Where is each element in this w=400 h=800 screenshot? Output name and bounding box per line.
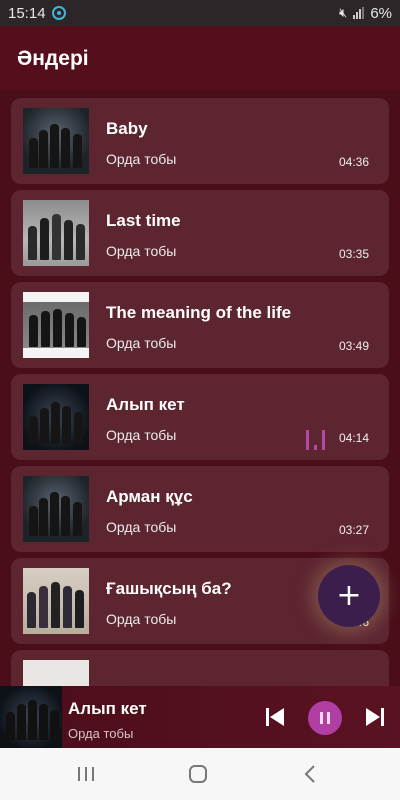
song-artist: Орда тобы [106,335,177,351]
song-duration: 03:27 [338,523,369,537]
player-song-title: Алып кет [68,699,147,718]
recent-apps-icon [78,767,94,781]
song-artist: Орда тобы [106,151,177,167]
system-navigation-bar [0,748,400,800]
song-item[interactable]: Last time Орда тобы 03:35 [11,190,389,276]
back-button[interactable] [290,760,330,788]
status-time: 15:14 [8,4,46,22]
song-title: Last time [106,211,181,230]
plus-icon: + [336,578,362,613]
song-title: Алып кет [106,395,185,414]
now-playing-equalizer-icon [306,430,325,450]
song-duration: 04:14 [338,431,369,445]
signal-icon [353,7,365,19]
song-item[interactable]: Baby Орда тобы 04:36 [11,98,389,184]
page-title: Әндері [17,47,89,70]
home-button[interactable] [178,760,218,788]
app-header: Әндері [0,26,400,90]
mini-player[interactable]: Алып кет Орда тобы [0,686,400,748]
previous-icon [266,708,284,726]
album-thumbnail [23,108,89,174]
song-item[interactable]: Алып кет Орда тобы 04:14 [11,374,389,460]
home-icon [189,765,207,783]
player-song-artist: Орда тобы [68,726,134,741]
album-thumbnail [23,292,89,358]
song-item[interactable]: The meaning of the life Орда тобы 03:49 [11,282,389,368]
app-notification-icon [51,6,66,20]
album-thumbnail [23,568,89,634]
battery-percentage: 6% [370,4,392,22]
status-indicators: 🔇︎ 6% [339,5,392,22]
status-bar: 15:14 🔇︎ 6% [0,0,400,26]
player-album-thumbnail [0,686,62,748]
song-item[interactable]: Арман құс Орда тобы 03:27 [11,466,389,552]
song-duration: 03:49 [338,339,369,353]
album-thumbnail [23,200,89,266]
recent-apps-button[interactable] [66,760,106,788]
song-title: Ғашықсың ба? [106,579,232,598]
back-icon [304,765,315,783]
song-title: The meaning of the life [106,303,292,322]
previous-button[interactable] [260,702,290,732]
album-thumbnail [23,660,89,686]
add-song-button[interactable]: + [318,565,380,627]
album-thumbnail [23,476,89,542]
pause-button[interactable] [308,701,342,735]
song-title: Арман құс [106,487,193,506]
pause-icon [320,712,330,724]
next-button[interactable] [360,702,390,732]
song-title: Baby [106,119,148,138]
song-artist: Орда тобы [106,427,177,443]
song-artist: Орда тобы [106,243,177,259]
song-artist: Орда тобы [106,611,177,627]
song-duration: 03:35 [338,247,369,261]
mute-icon: 🔇︎ [339,5,348,20]
song-item[interactable] [11,650,389,686]
next-icon [366,708,384,726]
song-duration: 04:36 [338,155,369,169]
album-thumbnail [23,384,89,450]
song-artist: Орда тобы [106,519,177,535]
